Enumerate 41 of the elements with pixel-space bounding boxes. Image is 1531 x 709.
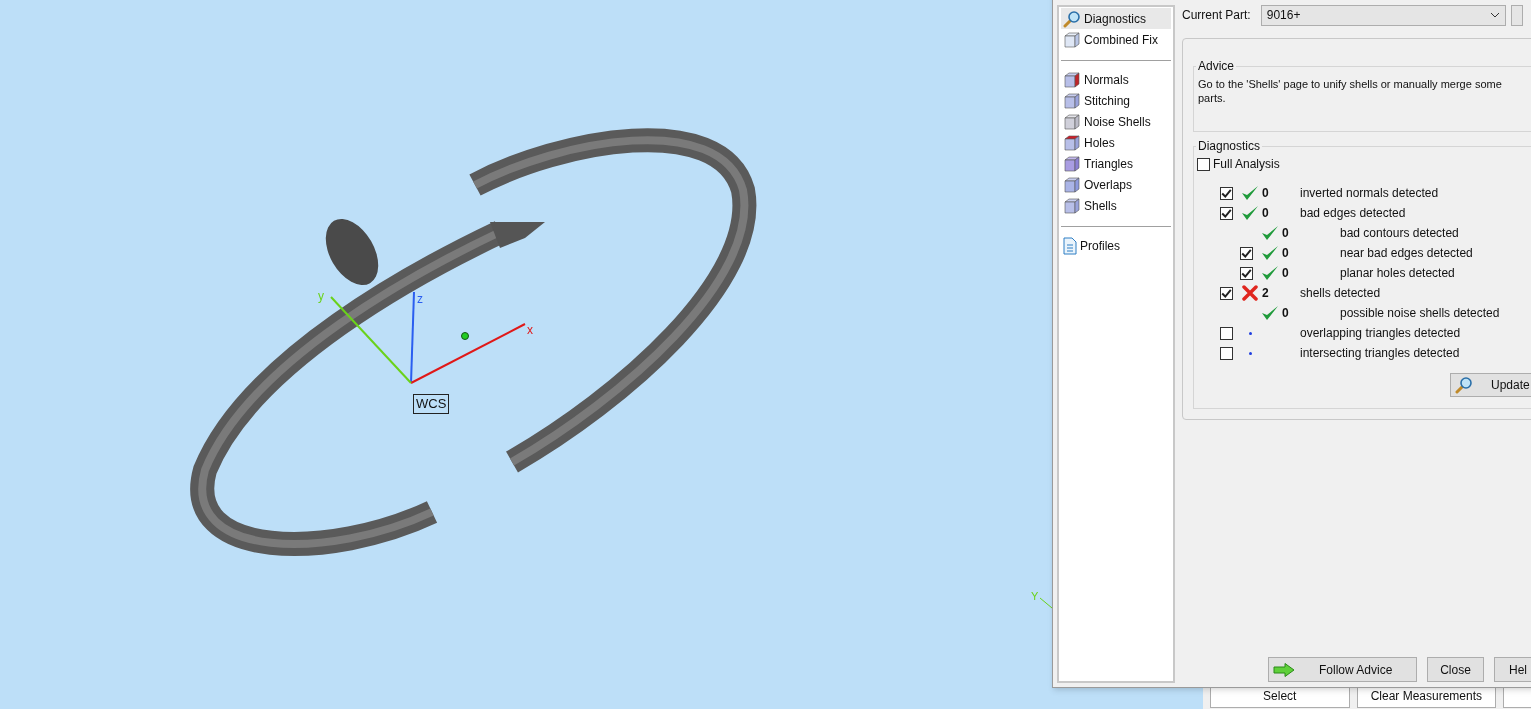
nav-item[interactable]: Stitching — [1061, 90, 1171, 111]
count-text: 0 — [1282, 246, 1289, 260]
diagnostic-label: planar holes detected — [1340, 265, 1455, 282]
diagnostic-label: inverted normals detected — [1300, 185, 1439, 202]
nav-item[interactable]: Overlaps — [1061, 174, 1171, 195]
nav-item[interactable]: Diagnostics — [1061, 8, 1171, 29]
help-button[interactable]: Hel — [1494, 657, 1531, 682]
diagnostic-label: near bad edges detected — [1340, 245, 1473, 262]
diagnostic-label: shells detected — [1300, 285, 1381, 302]
diagnostic-label: intersecting triangles detected — [1300, 345, 1460, 362]
nav-item[interactable]: Triangles — [1061, 153, 1171, 174]
follow-advice-button[interactable]: Follow Advice — [1268, 657, 1417, 682]
nav-item[interactable]: Normals — [1061, 69, 1171, 90]
nav-item[interactable]: Shells — [1061, 195, 1171, 216]
diagnostic-label: possible noise shells detected — [1340, 305, 1500, 322]
current-part-label: Current Part: — [1182, 7, 1251, 23]
full-analysis-label: Full Analysis — [1213, 156, 1280, 173]
count-text: 0 — [1262, 206, 1269, 220]
update-button[interactable]: Update — [1450, 373, 1531, 397]
diagnostics-title: Diagnostics — [1197, 138, 1262, 155]
diagnostic-label: bad edges detected — [1300, 205, 1406, 222]
nav-item[interactable]: Holes — [1061, 132, 1171, 153]
x-axis-label: x — [527, 323, 533, 337]
diagnostic-label: bad contours detected — [1340, 225, 1459, 242]
z-axis-label: z — [417, 292, 423, 306]
count-text: 0 — [1282, 306, 1289, 320]
close-button[interactable]: Close — [1427, 657, 1484, 682]
wcs-label: WCS — [413, 394, 450, 414]
y-axis-label: y — [318, 289, 324, 303]
count-text: 2 — [1262, 286, 1269, 300]
nav-item[interactable]: Combined Fix — [1061, 29, 1171, 50]
nav-item[interactable]: Profiles — [1061, 235, 1171, 256]
count-text: 0 — [1282, 266, 1289, 280]
diagnostic-label: overlapping triangles detected — [1300, 325, 1461, 342]
advice-text: Go to the 'Shells' page to unify shells or manually merge some parts. — [1197, 77, 1503, 105]
count-text: 0 — [1262, 186, 1269, 200]
advice-title: Advice — [1197, 58, 1236, 75]
corner-axis-label: Y — [1031, 590, 1039, 602]
current-part-dropdown[interactable]: 9016+ — [1260, 4, 1506, 26]
count-text: 0 — [1282, 226, 1289, 240]
nav-item[interactable]: Noise Shells — [1061, 111, 1171, 132]
